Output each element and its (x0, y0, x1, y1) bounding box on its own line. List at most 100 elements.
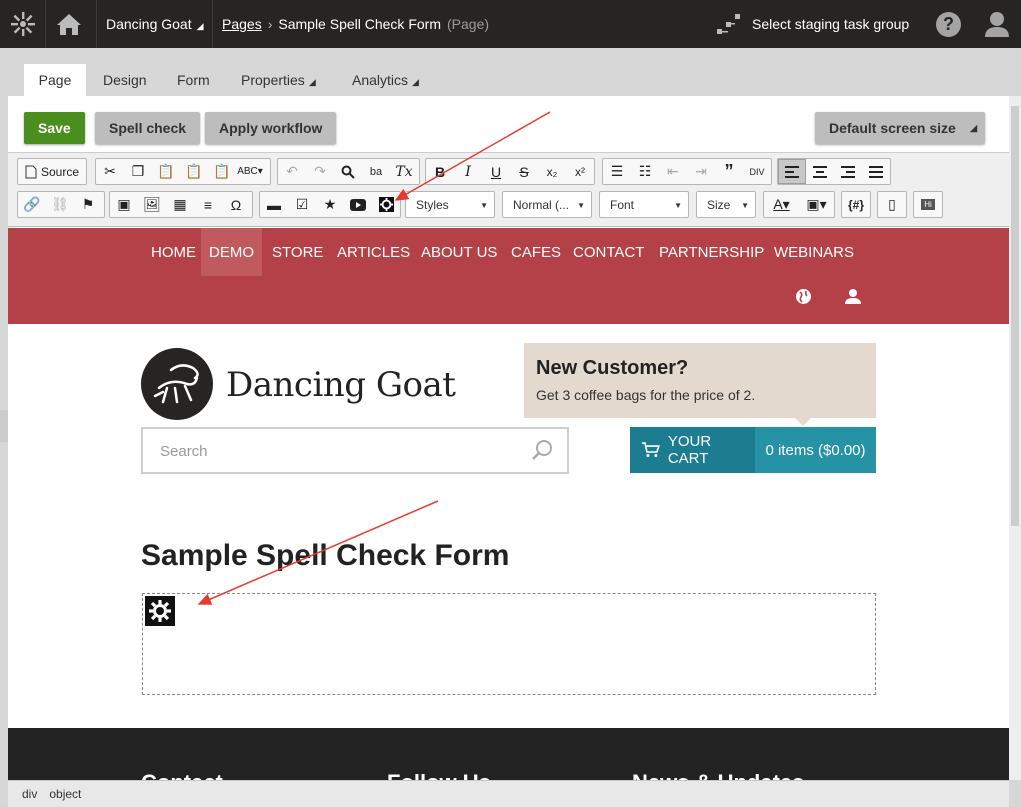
cart-items[interactable]: 0 items ($0.00) (755, 427, 876, 473)
outdent-icon[interactable]: ⇤ (659, 159, 687, 184)
cut-icon[interactable]: ✂ (96, 159, 124, 184)
staging-task-group-selector[interactable]: Select staging task group (716, 0, 909, 48)
nav-item-contact[interactable]: CONTACT (573, 228, 644, 276)
nav-item-cafes[interactable]: CAFES (511, 228, 561, 276)
gear-icon[interactable] (145, 596, 175, 626)
tab-design[interactable]: Design (87, 64, 163, 96)
blockquote-icon[interactable]: ” (715, 159, 743, 184)
underline-icon[interactable]: U (482, 159, 510, 184)
breadcrumb: Pages › Sample Spell Check Form (Page) (222, 0, 489, 48)
inline-widget-icon[interactable]: ▬ (260, 192, 288, 217)
side-panel-toggle[interactable] (0, 410, 8, 442)
help-button[interactable]: ? (936, 12, 961, 37)
top-bar: Dancing Goat ◢ Pages › Sample Spell Chec… (0, 0, 1021, 48)
screen-size-dropdown[interactable]: Default screen size ◢ (815, 112, 985, 144)
chevron-down-icon: ▼ (577, 201, 585, 210)
remove-format-icon[interactable]: Tx (390, 159, 418, 184)
youtube-icon[interactable] (344, 192, 372, 217)
link-icon[interactable]: 🔗 (18, 192, 46, 217)
background-color-icon[interactable]: ▣▾ (799, 192, 834, 217)
macro-button[interactable]: {#} (842, 192, 870, 217)
nav-item-webinars[interactable]: WEBINARS (774, 228, 854, 276)
indent-icon[interactable]: ⇥ (687, 159, 715, 184)
page-break-icon[interactable]: ▯ (878, 192, 906, 217)
globe-icon[interactable] (795, 288, 812, 308)
nav-item-about-us[interactable]: ABOUT US (421, 228, 497, 276)
text-style-group: B I U S x₂ x² (425, 158, 595, 185)
kentico-logo-icon[interactable] (0, 0, 46, 48)
nav-item-store[interactable]: STORE (272, 228, 323, 276)
styles-dropdown[interactable]: Styles ▼ (405, 191, 495, 218)
undo-icon[interactable]: ↶ (278, 159, 306, 184)
superscript-icon[interactable]: x² (566, 159, 594, 184)
paste-icon[interactable]: 📋 (152, 159, 180, 184)
scrollbar-thumb[interactable] (1011, 106, 1019, 526)
align-left-icon[interactable] (778, 159, 806, 184)
text-color-icon[interactable]: A▾ (764, 192, 799, 217)
spell-check-button[interactable]: Spell check (95, 112, 201, 144)
star-icon[interactable]: ★ (316, 192, 344, 217)
size-dropdown[interactable]: Size ▼ (696, 191, 756, 218)
spellcheck-icon[interactable]: ABC▾ (236, 159, 264, 184)
editor-toolbar: Source ✂ ❐ 📋 📋 📋 ABC▾ ↶ ↷ ba Tx B I U S … (8, 152, 1009, 227)
table-icon[interactable]: ▦ (166, 192, 194, 217)
div-container-icon[interactable]: DIV (743, 159, 771, 184)
save-button[interactable]: Save (24, 112, 85, 144)
path-item-div[interactable]: div (22, 787, 37, 801)
apply-workflow-button[interactable]: Apply workflow (205, 112, 337, 144)
copy-icon[interactable]: ❐ (124, 159, 152, 184)
align-right-icon[interactable] (834, 159, 862, 184)
checklist-icon[interactable]: ☑ (288, 192, 316, 217)
nav-item-demo[interactable]: DEMO (201, 228, 262, 276)
search-input[interactable]: Search (141, 427, 569, 474)
font-dropdown[interactable]: Font ▼ (599, 191, 689, 218)
cart-widget[interactable]: YOUR CART 0 items ($0.00) (630, 427, 876, 473)
home-icon[interactable] (46, 0, 92, 48)
gear-icon[interactable] (372, 192, 400, 217)
bold-icon[interactable]: B (426, 159, 454, 184)
path-item-object[interactable]: object (49, 787, 81, 801)
hi-button[interactable]: Hi (914, 192, 942, 217)
breadcrumb-pages-link[interactable]: Pages (222, 16, 262, 32)
nav-item-partnership[interactable]: PARTNERSHIP (659, 228, 764, 276)
dancing-goat-logo[interactable] (141, 348, 213, 420)
horizontal-rule-icon[interactable]: ≡ (194, 192, 222, 217)
color-group: A▾ ▣▾ (763, 191, 835, 218)
nav-item-home[interactable]: HOME (151, 228, 196, 276)
special-char-icon[interactable]: Ω (222, 192, 250, 217)
redo-icon[interactable]: ↷ (306, 159, 334, 184)
replace-icon[interactable]: ba (362, 159, 390, 184)
tab-analytics[interactable]: Analytics ◢ (336, 64, 435, 96)
tab-form[interactable]: Form (161, 64, 226, 96)
subscript-icon[interactable]: x₂ (538, 159, 566, 184)
unlink-icon[interactable]: ⛓ (46, 192, 74, 217)
user-menu-icon[interactable] (984, 10, 1010, 41)
media-icon[interactable]: ▣ (110, 192, 138, 217)
cart-button[interactable]: YOUR CART (630, 427, 755, 473)
image-icon[interactable]: 🖼 (138, 192, 166, 217)
promo-text: Get 3 coffee bags for the price of 2. (536, 387, 756, 403)
footer-heading-contact: Contact (141, 770, 223, 780)
paste-word-icon[interactable]: 📋 (208, 159, 236, 184)
paste-text-icon[interactable]: 📋 (180, 159, 208, 184)
bulleted-list-icon[interactable]: ☷ (631, 159, 659, 184)
strikethrough-icon[interactable]: S (510, 159, 538, 184)
editable-region[interactable] (142, 593, 876, 695)
align-center-icon[interactable] (806, 159, 834, 184)
user-icon[interactable] (845, 288, 861, 308)
italic-icon[interactable]: I (454, 159, 482, 184)
anchor-icon[interactable]: ⚑ (74, 192, 102, 217)
tab-properties[interactable]: Properties ◢ (225, 64, 332, 96)
search-icon[interactable] (531, 439, 553, 464)
format-dropdown[interactable]: Normal (... ▼ (502, 191, 592, 218)
source-button[interactable]: Source (18, 159, 86, 184)
vertical-scrollbar[interactable] (1009, 96, 1021, 780)
numbered-list-icon[interactable]: ☰ (603, 159, 631, 184)
find-icon[interactable] (334, 159, 362, 184)
link-group: 🔗 ⛓ ⚑ (17, 191, 105, 218)
justify-icon[interactable] (862, 159, 890, 184)
site-selector[interactable]: Dancing Goat ◢ (96, 0, 213, 48)
align-group (777, 158, 891, 185)
nav-item-articles[interactable]: ARTICLES (337, 228, 410, 276)
tab-page[interactable]: Page (24, 64, 86, 96)
